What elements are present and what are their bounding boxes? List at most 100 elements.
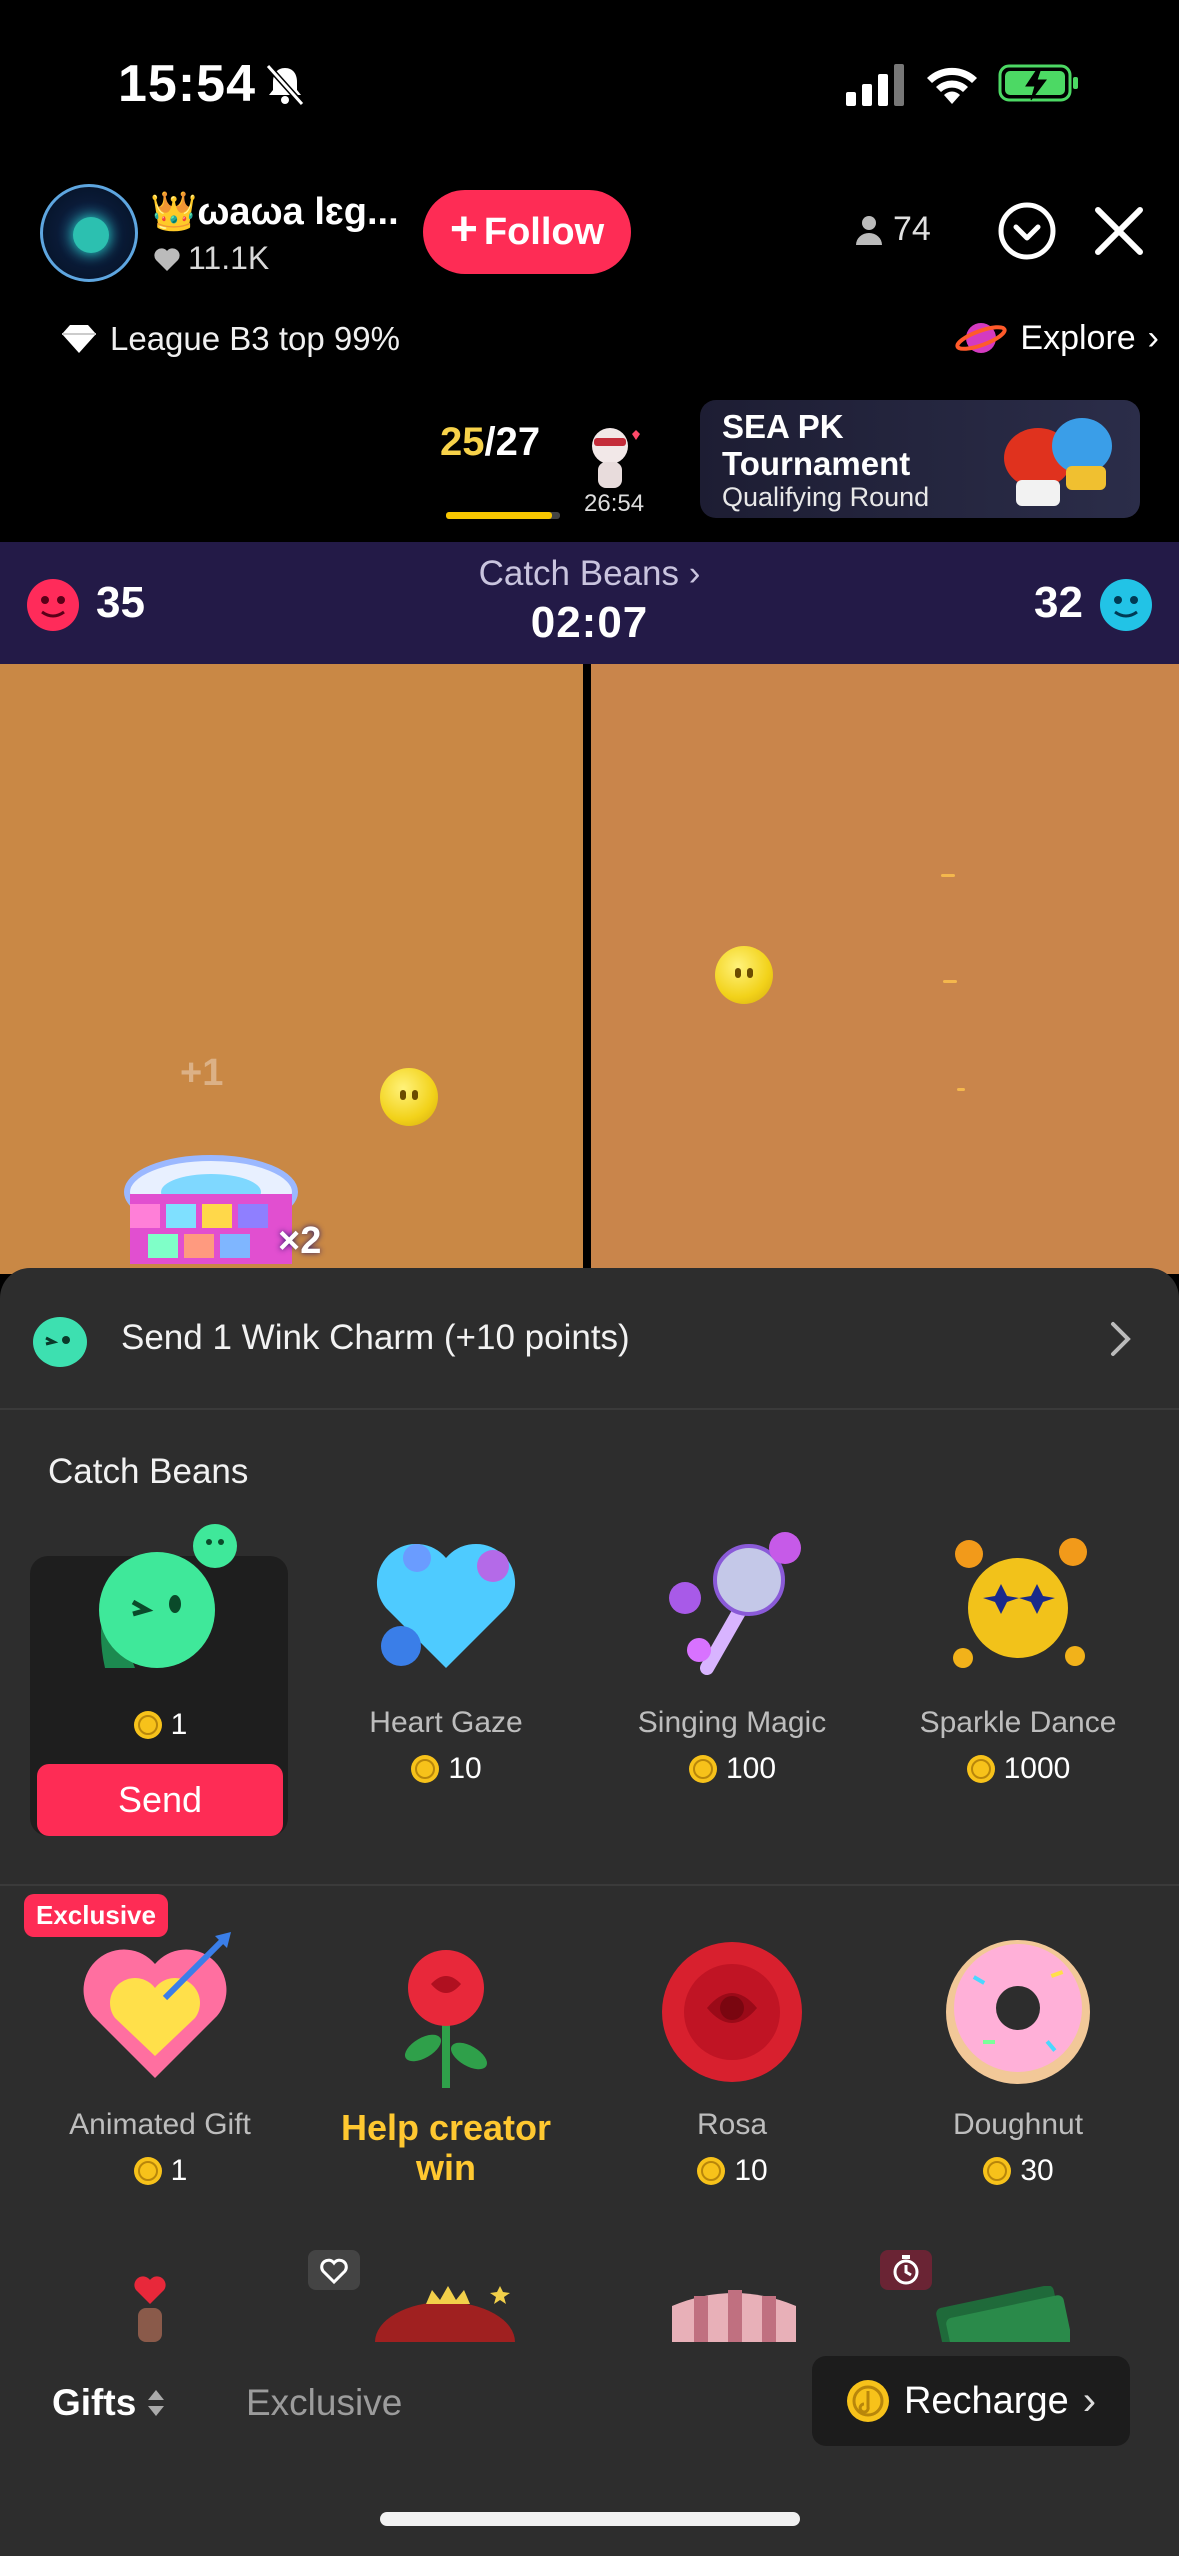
league-label: League B3 top 99% (110, 320, 400, 357)
gift-name: Rosa (696, 2108, 768, 2141)
gift-singing-magic[interactable]: Singing Magic 100 (602, 1518, 862, 1818)
cellular-signal-icon (846, 64, 904, 106)
gift-name: Heart Gaze (369, 1706, 523, 1739)
blue-team-face-icon (1100, 579, 1152, 631)
animated-heart-gift-icon (83, 1932, 231, 2078)
tournament-title: SEA PK Tournament (722, 408, 911, 482)
gift-price: 10 (316, 1752, 576, 1786)
likes-value: 11.1K (188, 240, 270, 276)
coin-icon (697, 2157, 726, 2185)
rank-total: /27 (484, 420, 541, 464)
heart-gaze-gift-icon (376, 1543, 516, 1668)
promo-row[interactable]: Send 1 Wink Charm (+10 points) (0, 1268, 1179, 1410)
heart-figure-gift-icon (134, 2276, 166, 2342)
heart-badge-icon (308, 2250, 360, 2290)
gift-animated-gift[interactable]: Animated Gift 1 (30, 1928, 290, 2228)
tab-exclusive[interactable]: Exclusive (246, 2382, 402, 2424)
gift-price: 1 (30, 1708, 290, 1742)
falling-streak (943, 980, 957, 983)
money-gift-icon (936, 2286, 1070, 2342)
rank-progress-fill (446, 512, 553, 519)
doll-avatar-icon (592, 428, 640, 488)
tab-gifts-label: Gifts (52, 2382, 137, 2423)
person-icon (856, 215, 882, 245)
recharge-button[interactable]: Recharge › (812, 2356, 1130, 2446)
home-indicator[interactable] (380, 2512, 800, 2526)
row-divider (0, 1884, 1179, 1886)
chevron-right-icon: › (1147, 318, 1159, 357)
coin-icon (966, 1755, 995, 1783)
gift-rosa[interactable]: Rosa 10 (602, 1928, 862, 2228)
bean-icon (715, 946, 773, 1004)
boxing-gloves-icon (1004, 418, 1112, 506)
wink-charm-gift-icon (99, 1524, 237, 1668)
rosa-gift-icon (662, 1942, 802, 2082)
rank-indicator[interactable]: 25/27 (440, 420, 540, 465)
crowned-gift-icon (375, 2286, 515, 2342)
gift-name: Singing Magic (637, 1706, 827, 1739)
gift-name: Help creator win (340, 2107, 552, 2188)
tournament-banner[interactable]: SEA PK Tournament Qualifying Round (700, 400, 1140, 518)
coin-icon (846, 2380, 889, 2422)
gift-name: Doughnut (952, 2108, 1084, 2141)
section-title: Catch Beans (48, 1452, 249, 1491)
gift-price: 1 (30, 2154, 290, 2188)
live-header: 👑ωаωа lɛg... 11.1K + Follow 74 (0, 170, 1179, 300)
plus-icon: + (449, 203, 478, 256)
multiplier-label: ×2 (278, 1220, 322, 1262)
explore-link[interactable]: Explore › (954, 314, 1159, 362)
sort-icon (148, 2390, 165, 2416)
chevron-right-icon: › (1082, 2378, 1097, 2423)
follow-button[interactable]: + Follow (423, 190, 631, 274)
wifi-icon (927, 67, 977, 104)
creator-name[interactable]: 👑ωаωа lɛg... (150, 190, 399, 234)
chevron-right-icon: › (688, 554, 701, 593)
coin-icon (133, 2157, 162, 2185)
rank-timer: 26:54 (584, 490, 645, 517)
gift-price: 100 (602, 1752, 862, 1786)
viewer-count[interactable]: 74 (855, 210, 931, 249)
bean-catcher-drum-icon (124, 1155, 298, 1264)
gift-doughnut[interactable]: Doughnut 30 (888, 1928, 1148, 2228)
promo-text: Send 1 Wink Charm (+10 points) (121, 1318, 630, 1357)
planet-icon (955, 323, 1008, 353)
follow-label: Follow (483, 210, 605, 253)
gift-peek[interactable] (664, 2286, 804, 2342)
tab-gifts[interactable]: Gifts (52, 2382, 168, 2424)
creator-avatar[interactable] (40, 184, 138, 282)
gift-tab-bar: Gifts Exclusive Recharge › (0, 2356, 1179, 2476)
gift-heart-gaze[interactable]: Heart Gaze 10 (316, 1518, 576, 1818)
pk-game-area[interactable]: +1 ×2 (0, 664, 1179, 1274)
status-time: 15:54 (118, 55, 256, 113)
gift-peek[interactable] (110, 2270, 190, 2342)
send-button[interactable]: Send (37, 1764, 283, 1836)
plus-one-label: +1 (180, 1052, 224, 1094)
bell-off-icon (265, 63, 305, 107)
tournament-subtitle: Qualifying Round (722, 482, 930, 512)
league-badge[interactable]: League B3 top 99% (60, 320, 400, 358)
sparkle-dance-gift-icon (953, 1538, 1087, 1668)
left-stream[interactable]: +1 ×2 (0, 664, 583, 1274)
pk-mode-label: Catch Beans (478, 554, 679, 593)
doughnut-gift-icon (946, 1940, 1090, 2084)
chest-gift-icon (672, 2290, 796, 2342)
gift-name: Sparkle Dance (919, 1706, 1117, 1739)
right-stream[interactable] (591, 664, 1179, 1274)
bean-icon (380, 1068, 438, 1126)
recharge-label: Recharge (903, 2379, 1069, 2422)
wink-charm-icon (33, 1317, 87, 1367)
gift-sparkle-dance[interactable]: Sparkle Dance 1000 (888, 1518, 1148, 1818)
close-icon[interactable] (1088, 200, 1150, 262)
heart-icon (154, 247, 180, 271)
viewer-count-value: 74 (893, 210, 931, 248)
coin-icon (133, 1711, 162, 1739)
pk-timer: 02:07 (530, 598, 649, 647)
status-bar: 15:54 (0, 0, 1179, 170)
gift-help-creator-win[interactable]: Help creator win (316, 1928, 576, 2228)
gift-peek[interactable] (930, 2286, 1070, 2342)
gift-peek[interactable] (370, 2278, 520, 2342)
pk-score-bar: 35 Catch Beans › 02:07 32 (0, 542, 1179, 664)
collapse-chevron-icon[interactable] (996, 200, 1058, 262)
explore-label: Explore (1020, 318, 1136, 357)
pk-mode-link[interactable]: Catch Beans › (0, 554, 1179, 594)
